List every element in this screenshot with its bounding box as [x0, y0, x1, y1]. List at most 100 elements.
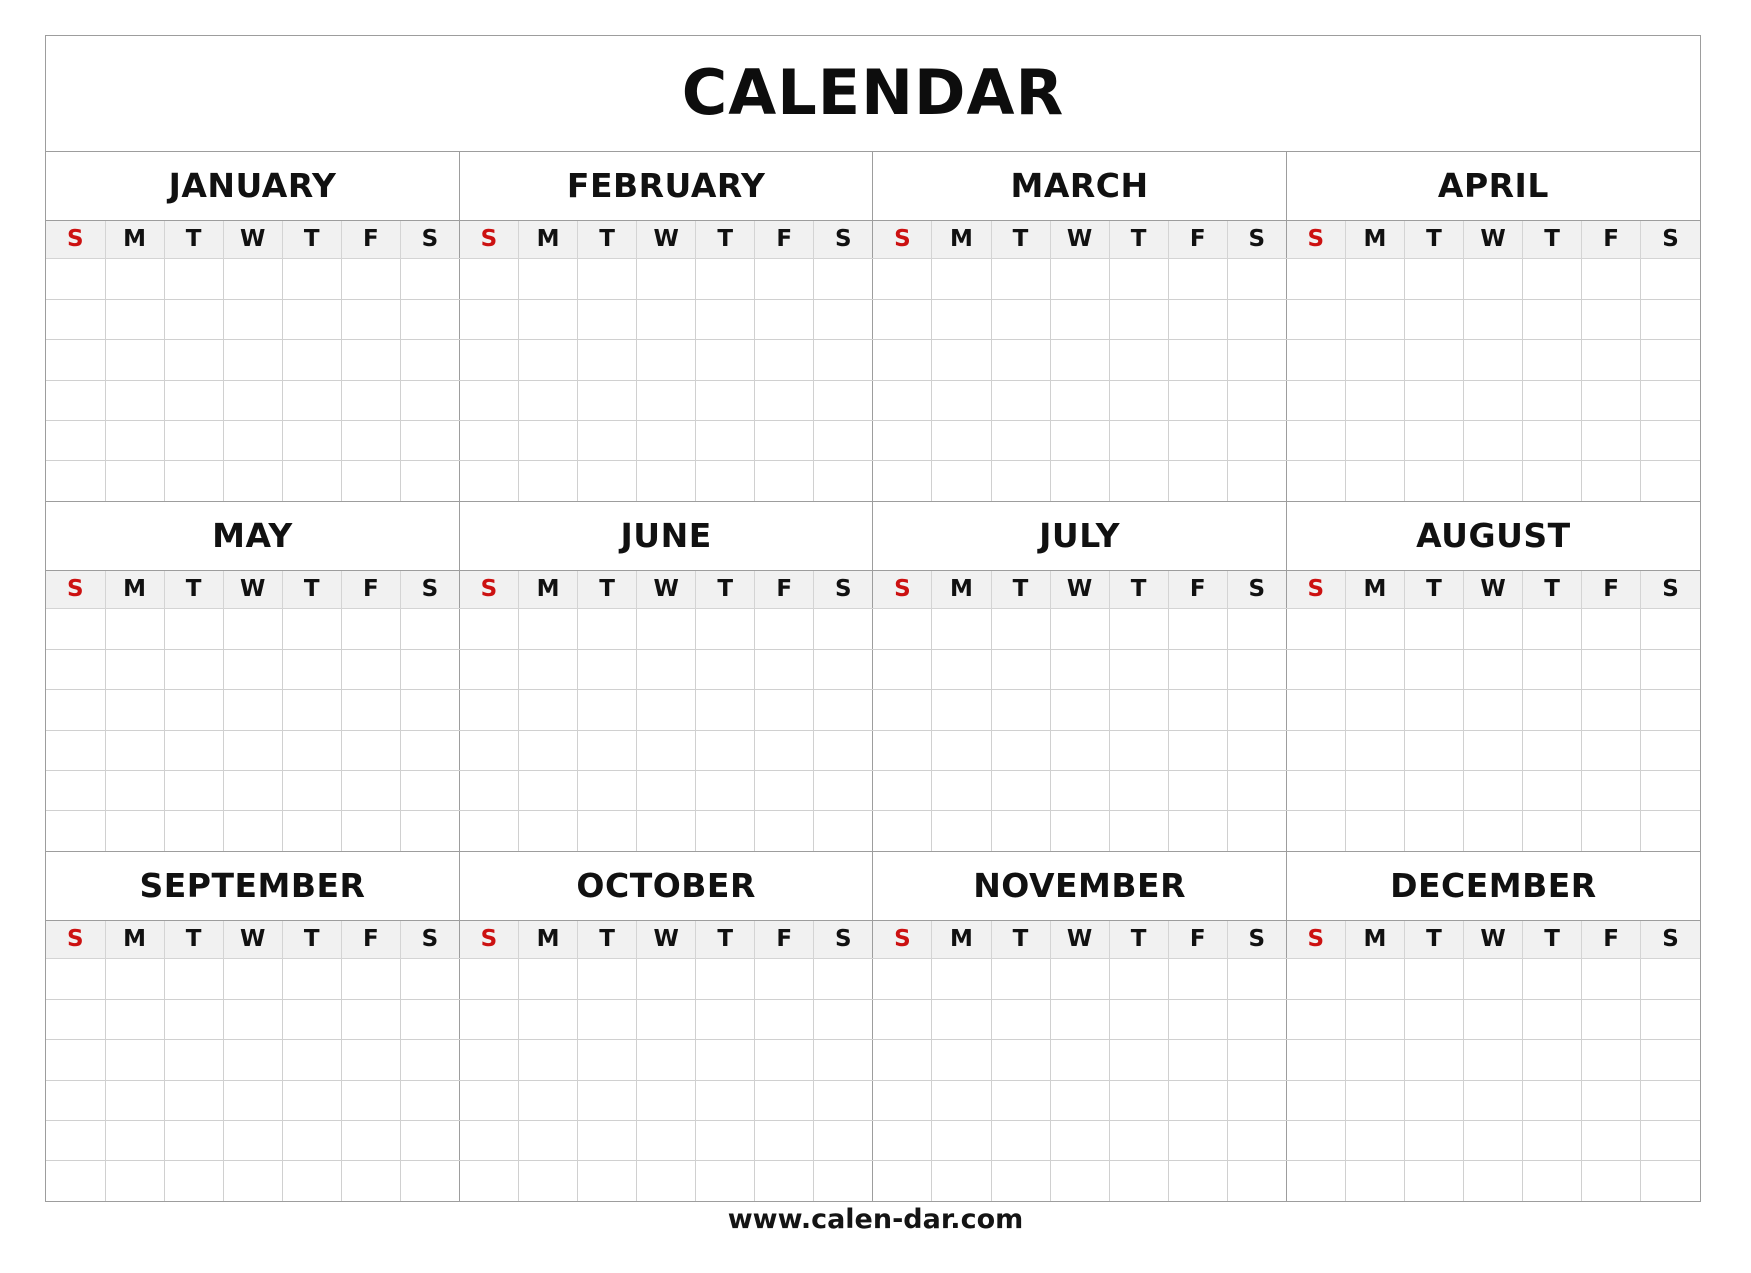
day-cell[interactable] [1462, 608, 1524, 650]
day-cell[interactable] [399, 958, 460, 1000]
day-cell[interactable] [1285, 958, 1346, 1000]
day-cell[interactable] [1167, 998, 1228, 1041]
day-cell[interactable] [754, 1160, 815, 1201]
day-cell[interactable] [754, 729, 815, 772]
day-cell[interactable] [1462, 1160, 1524, 1201]
day-cell[interactable] [517, 729, 579, 772]
day-cell[interactable] [813, 1039, 874, 1081]
day-cell[interactable] [1049, 298, 1110, 341]
day-cell[interactable] [931, 648, 992, 691]
day-cell[interactable] [340, 1079, 401, 1121]
day-cell[interactable] [458, 460, 520, 502]
day-cell[interactable] [1226, 998, 1287, 1041]
day-cell[interactable] [813, 1160, 874, 1201]
day-cell[interactable] [931, 1160, 992, 1201]
day-cell[interactable] [1108, 729, 1169, 772]
day-cell[interactable] [104, 1079, 165, 1121]
day-cell[interactable] [104, 1160, 165, 1201]
day-cell[interactable] [1108, 1119, 1169, 1162]
day-cell[interactable] [1226, 608, 1287, 650]
day-cell[interactable] [517, 460, 579, 502]
day-cell[interactable] [1344, 1039, 1405, 1081]
day-cell[interactable] [281, 1079, 342, 1121]
day-cell[interactable] [46, 1039, 106, 1081]
day-cell[interactable] [1167, 1079, 1228, 1121]
day-cell[interactable] [222, 1160, 283, 1201]
day-cell[interactable] [222, 998, 283, 1041]
day-cell[interactable] [399, 339, 460, 381]
day-cell[interactable] [1462, 998, 1524, 1041]
day-cell[interactable] [931, 689, 992, 731]
day-cell[interactable] [222, 689, 283, 731]
day-cell[interactable] [636, 1039, 697, 1081]
day-cell[interactable] [577, 339, 638, 381]
day-cell[interactable] [1167, 648, 1228, 691]
day-cell[interactable] [1581, 258, 1642, 300]
day-cell[interactable] [1640, 729, 1700, 772]
month-header-cell[interactable]: NOVEMBER [872, 850, 1287, 922]
day-cell[interactable] [1522, 958, 1583, 1000]
day-cell[interactable] [1344, 729, 1405, 772]
day-cell[interactable] [1108, 258, 1169, 300]
day-cell[interactable] [399, 608, 460, 650]
day-cell[interactable] [636, 258, 697, 300]
day-cell[interactable] [1403, 608, 1465, 650]
day-cell[interactable] [1226, 1079, 1287, 1121]
day-cell[interactable] [695, 770, 756, 812]
day-cell[interactable] [1285, 1160, 1346, 1201]
day-cell[interactable] [695, 1039, 756, 1081]
day-cell[interactable] [872, 1119, 933, 1162]
day-cell[interactable] [104, 770, 165, 812]
day-cell[interactable] [1108, 339, 1169, 381]
day-cell[interactable] [163, 648, 224, 691]
day-cell[interactable] [1403, 1039, 1465, 1081]
day-cell[interactable] [222, 729, 283, 772]
day-cell[interactable] [399, 379, 460, 422]
day-cell[interactable] [1344, 1160, 1405, 1201]
day-cell[interactable] [1522, 1160, 1583, 1201]
day-cell[interactable] [1403, 1119, 1465, 1162]
day-cell[interactable] [872, 1079, 933, 1121]
day-cell[interactable] [1167, 1119, 1228, 1162]
day-cell[interactable] [1285, 1119, 1346, 1162]
day-cell[interactable] [1522, 689, 1583, 731]
day-cell[interactable] [931, 1119, 992, 1162]
day-cell[interactable] [990, 608, 1051, 650]
day-cell[interactable] [754, 420, 815, 462]
day-cell[interactable] [1049, 958, 1110, 1000]
day-cell[interactable] [813, 258, 874, 300]
day-cell[interactable] [1640, 958, 1700, 1000]
day-cell[interactable] [636, 608, 697, 650]
day-cell[interactable] [1581, 298, 1642, 341]
day-cell[interactable] [1108, 770, 1169, 812]
day-cell[interactable] [1285, 608, 1346, 650]
day-cell[interactable] [1344, 339, 1405, 381]
day-cell[interactable] [695, 608, 756, 650]
day-cell[interactable] [1640, 258, 1700, 300]
day-cell[interactable] [1049, 648, 1110, 691]
day-cell[interactable] [1640, 1039, 1700, 1081]
day-cell[interactable] [458, 689, 520, 731]
day-cell[interactable] [990, 1119, 1051, 1162]
day-cell[interactable] [1522, 339, 1583, 381]
day-cell[interactable] [281, 648, 342, 691]
day-cell[interactable] [222, 379, 283, 422]
day-cell[interactable] [163, 420, 224, 462]
day-cell[interactable] [1285, 1079, 1346, 1121]
day-cell[interactable] [695, 379, 756, 422]
day-cell[interactable] [872, 298, 933, 341]
day-cell[interactable] [636, 420, 697, 462]
day-cell[interactable] [1226, 460, 1287, 502]
day-cell[interactable] [1049, 1119, 1110, 1162]
day-cell[interactable] [990, 258, 1051, 300]
day-cell[interactable] [399, 689, 460, 731]
day-cell[interactable] [813, 460, 874, 502]
day-cell[interactable] [872, 1039, 933, 1081]
day-cell[interactable] [1108, 1079, 1169, 1121]
day-cell[interactable] [1167, 1039, 1228, 1081]
day-cell[interactable] [1462, 1039, 1524, 1081]
day-cell[interactable] [1167, 770, 1228, 812]
day-cell[interactable] [577, 1119, 638, 1162]
day-cell[interactable] [754, 379, 815, 422]
day-cell[interactable] [990, 998, 1051, 1041]
